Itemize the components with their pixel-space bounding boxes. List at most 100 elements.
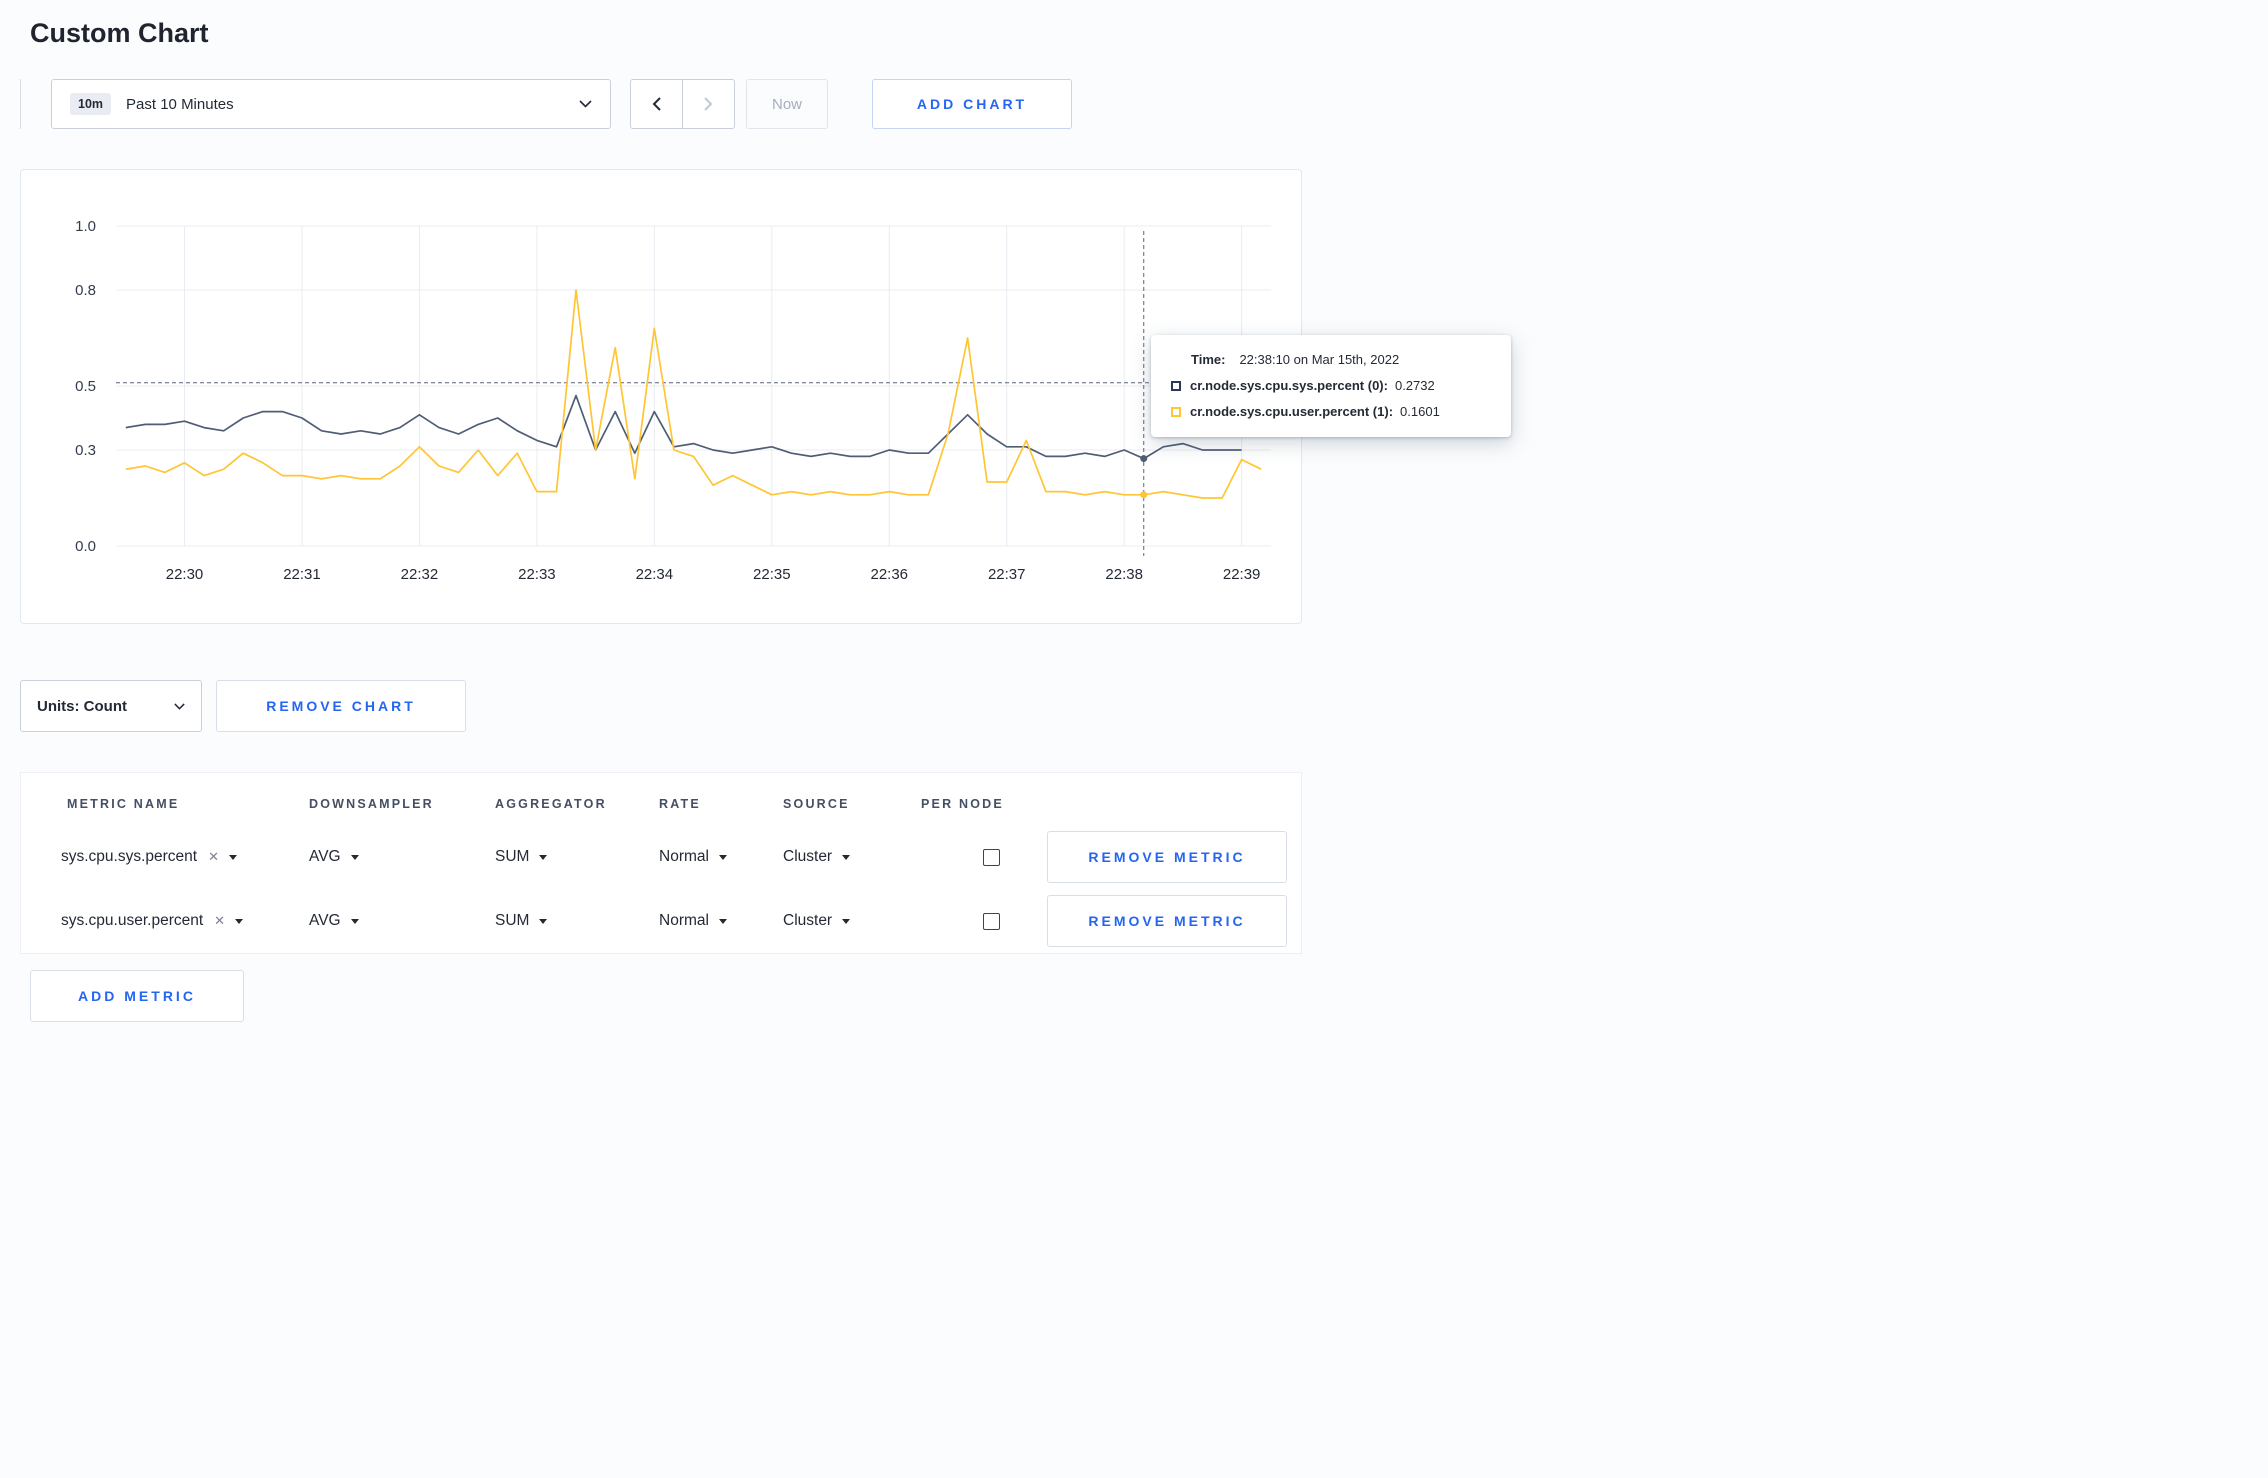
rate-select[interactable]: Normal (645, 848, 769, 866)
metric-row: sys.cpu.user.percent ✕ AVG SUM Normal Cl… (21, 889, 1301, 953)
chevron-down-icon (579, 100, 592, 108)
chevron-right-icon (704, 97, 713, 111)
series-swatch-icon (1171, 380, 1181, 391)
svg-text:22:37: 22:37 (988, 566, 1026, 583)
svg-text:22:32: 22:32 (401, 566, 439, 583)
units-dropdown[interactable]: Units: Count (20, 680, 202, 732)
actions-cell: REMOVE METRIC (1023, 831, 1301, 883)
rate-value: Normal (659, 912, 709, 929)
source-value: Cluster (783, 848, 833, 865)
tooltip-time-row: Time: 22:38:10 on Mar 15th, 2022 (1191, 352, 1493, 367)
remove-metric-button[interactable]: REMOVE METRIC (1047, 831, 1287, 883)
caret-down-icon (718, 918, 727, 924)
tooltip-series-row: cr.node.sys.cpu.user.percent (1): 0.1601 (1171, 404, 1493, 419)
caret-down-icon (842, 854, 851, 860)
tooltip-series-rows: cr.node.sys.cpu.sys.percent (0): 0.2732 cr… (1171, 378, 1493, 419)
add-metric-button[interactable]: ADD METRIC (30, 970, 244, 1022)
metrics-table: METRIC NAME DOWNSAMPLER AGGREGATOR RATE … (20, 772, 1302, 954)
metric-select[interactable]: sys.cpu.user.percent ✕ (45, 912, 295, 930)
svg-text:0.8: 0.8 (75, 282, 96, 299)
toolbar-divider (20, 79, 21, 129)
chart-card: 0.0 0.3 0.5 0.8 1.0 22:30 22:31 22:32 22:33 22:34… (20, 169, 1511, 624)
header-source: SOURCE (783, 797, 850, 811)
chevron-left-icon (652, 97, 661, 111)
caret-down-icon (539, 918, 548, 924)
next-time-button[interactable] (682, 79, 735, 129)
chart-tooltip: Time: 22:38:10 on Mar 15th, 2022 cr.node.… (1151, 335, 1511, 437)
svg-text:22:30: 22:30 (166, 566, 204, 583)
svg-text:22:36: 22:36 (870, 566, 908, 583)
svg-text:22:39: 22:39 (1223, 566, 1261, 583)
caret-down-icon (539, 854, 548, 860)
svg-text:0.5: 0.5 (75, 378, 96, 395)
svg-text:22:31: 22:31 (283, 566, 321, 583)
aggregator-value: SUM (495, 912, 530, 929)
chart-toolbar: 10m Past 10 Minutes Now ADD CHART (20, 79, 1492, 129)
caret-down-icon (350, 854, 359, 860)
source-select[interactable]: Cluster (769, 848, 897, 866)
tooltip-time-value: 22:38:10 on Mar 15th, 2022 (1239, 352, 1400, 367)
per-node-checkbox[interactable] (983, 912, 1000, 930)
svg-text:0.3: 0.3 (75, 442, 96, 459)
per-node-cell (897, 848, 1023, 866)
chart-sub-controls: Units: Count REMOVE CHART (20, 680, 1492, 732)
svg-text:22:35: 22:35 (753, 566, 791, 583)
add-chart-button[interactable]: ADD CHART (872, 79, 1072, 129)
time-nav-group (630, 79, 735, 129)
per-node-checkbox[interactable] (983, 848, 1000, 866)
svg-text:0.0: 0.0 (75, 538, 96, 555)
downsampler-value: AVG (309, 912, 341, 929)
downsampler-value: AVG (309, 848, 341, 865)
actions-cell: REMOVE METRIC (1023, 895, 1301, 947)
downsampler-select[interactable]: AVG (295, 912, 481, 930)
tooltip-series-value: 0.1601 (1400, 404, 1440, 419)
per-node-cell (897, 912, 1023, 930)
remove-metric-button[interactable]: REMOVE METRIC (1047, 895, 1287, 947)
tooltip-series-row: cr.node.sys.cpu.sys.percent (0): 0.2732 (1171, 378, 1493, 393)
units-label: Units: Count (37, 697, 127, 715)
aggregator-select[interactable]: SUM (481, 848, 645, 866)
page-title: Custom Chart (30, 18, 209, 48)
aggregator-select[interactable]: SUM (481, 912, 645, 930)
time-range-dropdown[interactable]: 10m Past 10 Minutes (51, 79, 611, 129)
rate-value: Normal (659, 848, 709, 865)
downsampler-select[interactable]: AVG (295, 848, 481, 866)
time-window-label: Past 10 Minutes (126, 95, 234, 113)
caret-down-icon (718, 854, 727, 860)
caret-down-icon (235, 918, 244, 924)
svg-text:1.0: 1.0 (75, 218, 96, 235)
rate-select[interactable]: Normal (645, 912, 769, 930)
header-downsampler: DOWNSAMPLER (309, 797, 434, 811)
metric-row: sys.cpu.sys.percent ✕ AVG SUM Normal Clu… (21, 825, 1301, 889)
tooltip-series-label: cr.node.sys.cpu.sys.percent (0): (1190, 378, 1388, 393)
header-metric-name: METRIC NAME (67, 797, 180, 811)
chevron-down-icon (174, 702, 185, 710)
tooltip-time-label: Time: (1191, 352, 1226, 367)
chart-canvas[interactable]: 0.0 0.3 0.5 0.8 1.0 22:30 22:31 22:32 22:33 22:34… (21, 184, 1301, 614)
clear-metric-icon[interactable]: ✕ (208, 849, 219, 865)
header-rate: RATE (659, 797, 701, 811)
svg-text:22:33: 22:33 (518, 566, 556, 583)
tooltip-series-value: 0.2732 (1394, 378, 1435, 393)
caret-down-icon (350, 918, 359, 924)
time-window-badge: 10m (70, 93, 112, 115)
now-button[interactable]: Now (746, 79, 828, 129)
prev-time-button[interactable] (630, 79, 683, 129)
remove-chart-button[interactable]: REMOVE CHART (216, 680, 466, 732)
source-select[interactable]: Cluster (769, 912, 897, 930)
svg-text:22:34: 22:34 (636, 566, 674, 583)
metric-name: sys.cpu.user.percent (61, 912, 204, 929)
source-value: Cluster (783, 912, 833, 929)
svg-text:22:38: 22:38 (1105, 566, 1143, 583)
header-aggregator: AGGREGATOR (495, 797, 607, 811)
metrics-table-header: METRIC NAME DOWNSAMPLER AGGREGATOR RATE … (21, 773, 1301, 825)
metric-select[interactable]: sys.cpu.sys.percent ✕ (45, 848, 295, 866)
caret-down-icon (229, 854, 238, 860)
aggregator-value: SUM (495, 848, 530, 865)
metric-name: sys.cpu.sys.percent (61, 848, 198, 865)
series-swatch-icon (1171, 406, 1181, 417)
header-per-node: PER NODE (921, 797, 1004, 811)
tooltip-series-label: cr.node.sys.cpu.user.percent (1): (1190, 404, 1394, 419)
clear-metric-icon[interactable]: ✕ (214, 913, 225, 929)
caret-down-icon (842, 918, 851, 924)
